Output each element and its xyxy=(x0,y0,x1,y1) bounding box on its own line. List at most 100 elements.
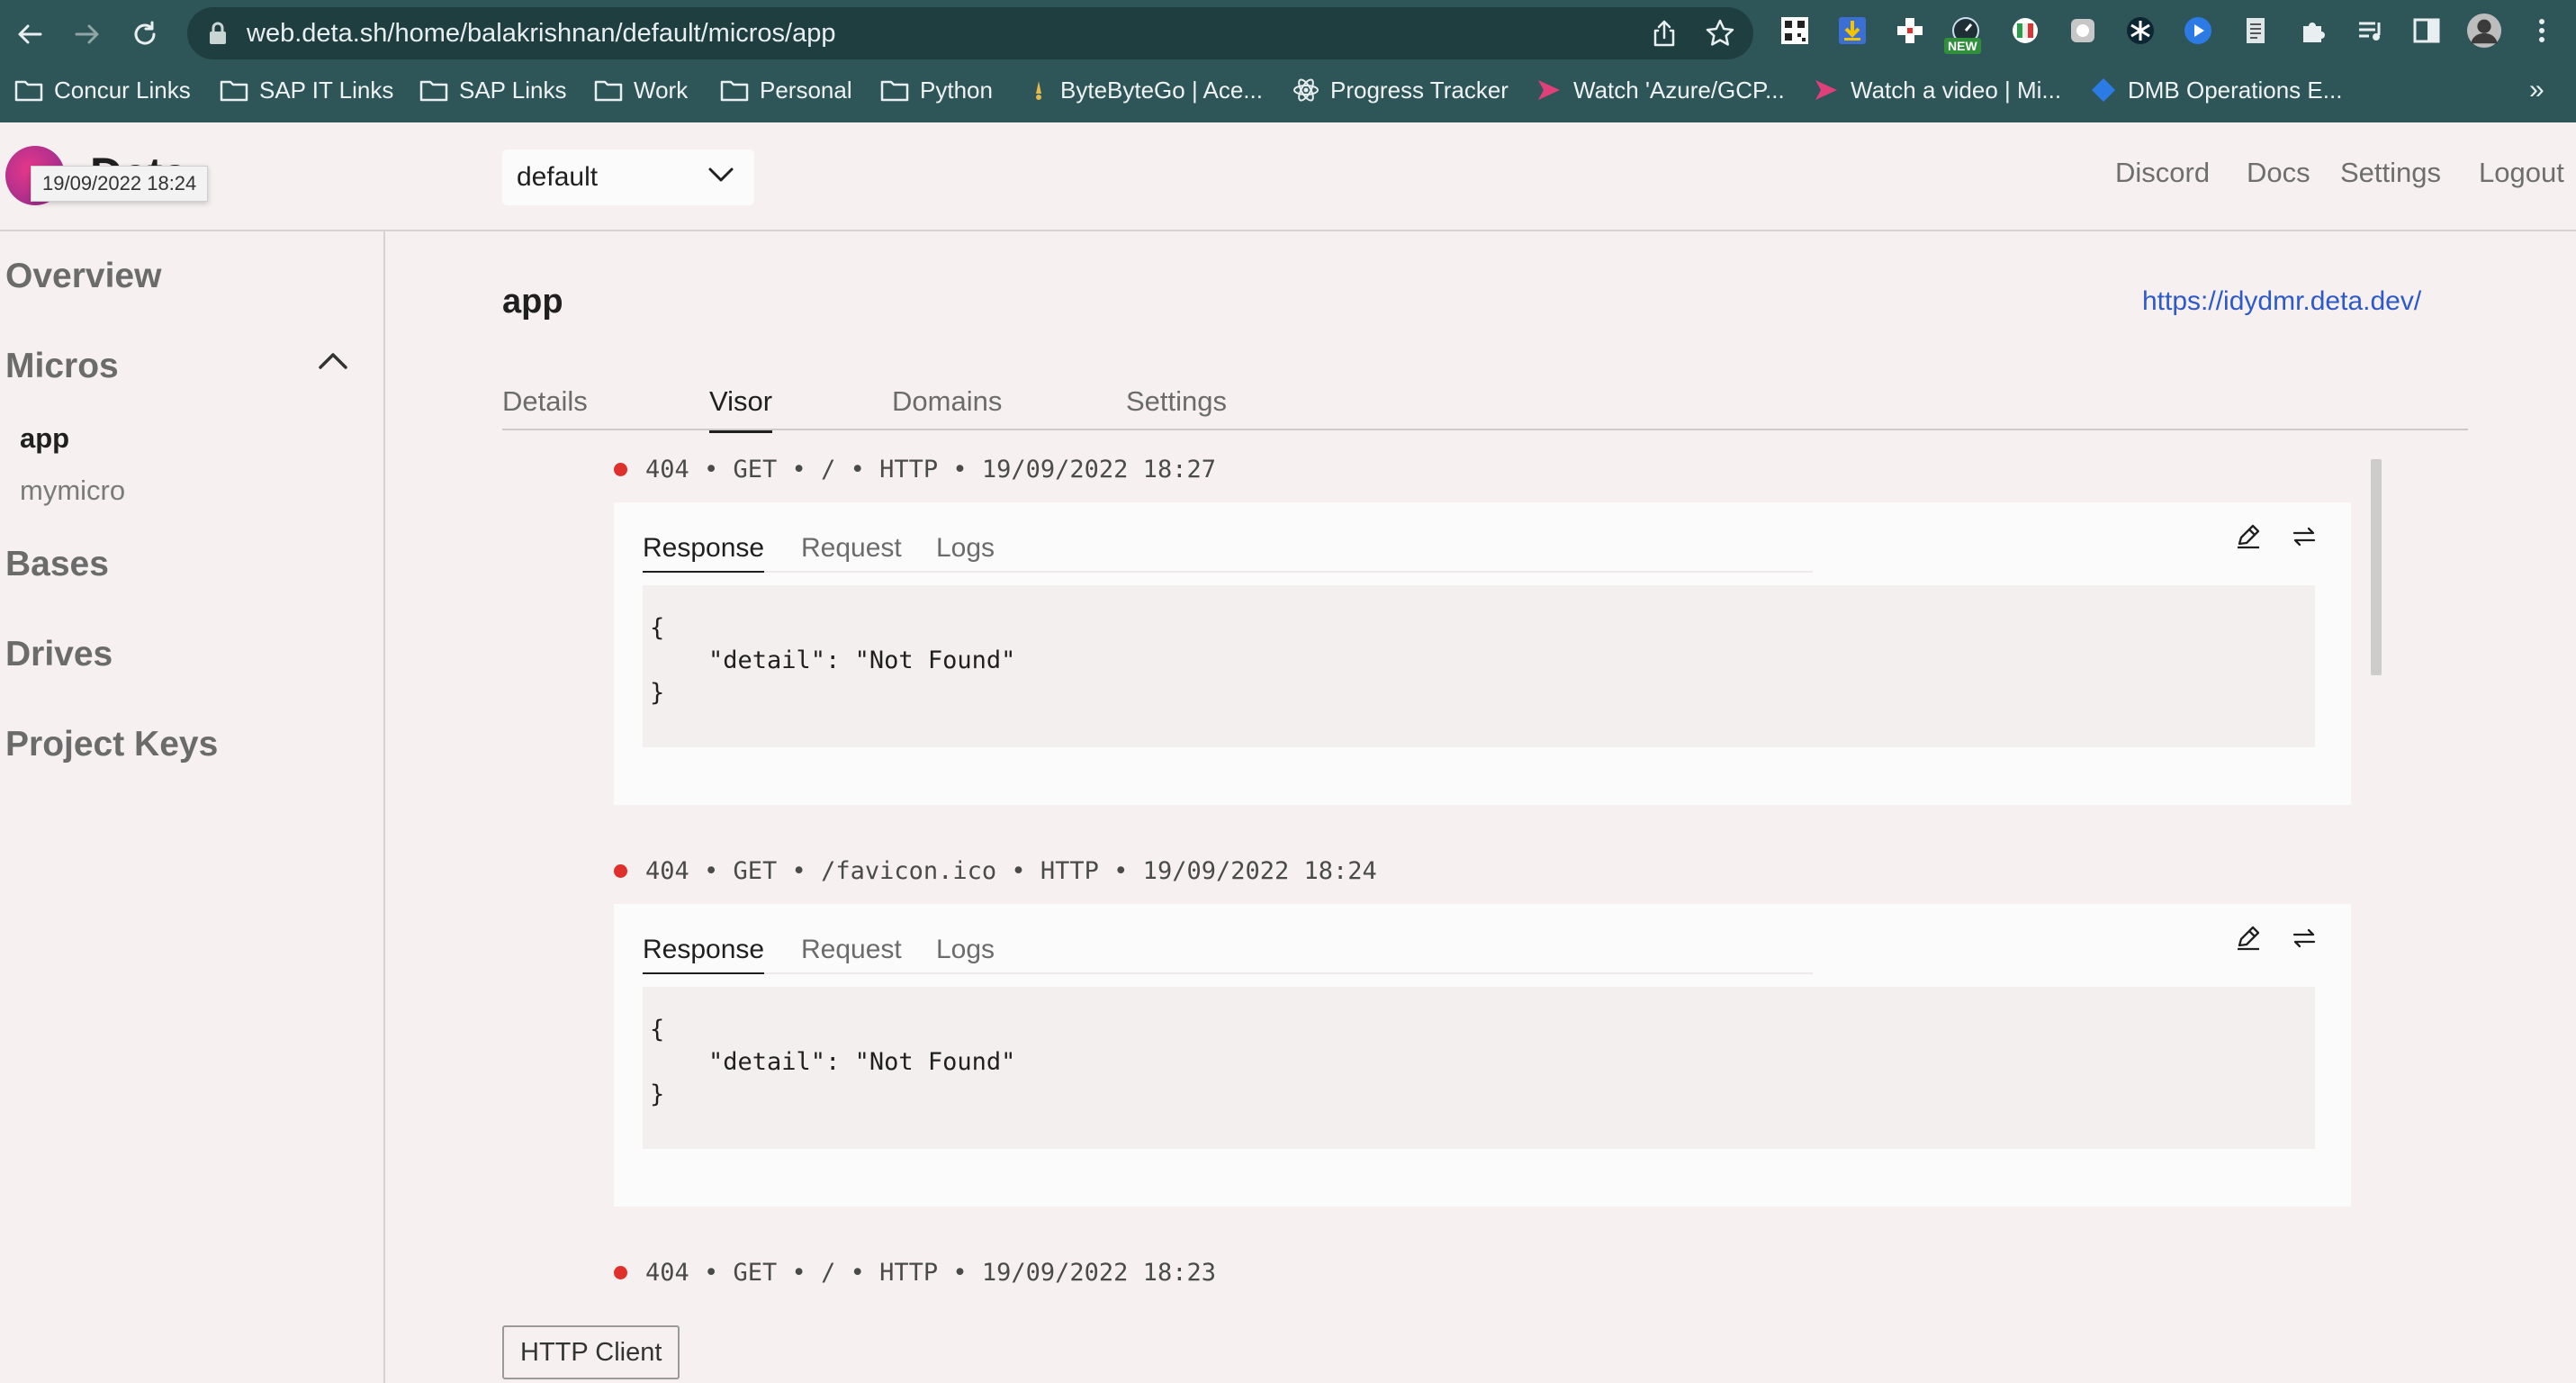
download-extension-icon[interactable] xyxy=(1834,13,1870,49)
sidebar-item-project-keys[interactable]: Project Keys xyxy=(5,725,218,764)
bookmarks-bar: Concur Links SAP IT Links SAP Links Work… xyxy=(0,68,2576,112)
tab-logs[interactable]: Logs xyxy=(936,935,995,972)
bookmark-python[interactable]: Python xyxy=(880,68,993,112)
tab-logs[interactable]: Logs xyxy=(936,533,995,571)
code-line: "detail": "Not Found" xyxy=(650,646,1016,674)
play-arrow-icon xyxy=(1536,77,1563,104)
tab-response[interactable]: Response xyxy=(643,533,765,573)
sidebar-item-bases[interactable]: Bases xyxy=(5,545,109,584)
puzzle-extensions-icon[interactable] xyxy=(2295,13,2331,49)
bookmark-label: SAP IT Links xyxy=(259,76,394,104)
folder-icon xyxy=(14,78,43,102)
request-summary[interactable]: 404 • GET • / • HTTP • 19/09/2022 18:23 xyxy=(614,1259,1216,1287)
bookmark-work[interactable]: Work xyxy=(594,68,688,112)
play-extension-icon[interactable] xyxy=(2180,13,2216,49)
micro-url-link[interactable]: https://idydmr.deta.dev/ xyxy=(2142,286,2421,317)
square-extension-icon[interactable] xyxy=(2065,13,2101,49)
bookmark-sap-it-links[interactable]: SAP IT Links xyxy=(220,68,393,112)
sidebar-item-app[interactable]: app xyxy=(20,422,69,455)
bookmark-label: ByteByteGo | Ace... xyxy=(1060,76,1263,104)
new-badge: NEW xyxy=(1944,38,1981,54)
bookmark-label: SAP Links xyxy=(459,76,567,104)
page-title: app xyxy=(502,283,563,321)
bookmark-bytebytego[interactable]: ByteByteGo | Ace... xyxy=(1028,68,1263,112)
browser-toolbar: web.deta.sh/home/balakrishnan/default/mi… xyxy=(0,0,2576,122)
bookmark-label: Watch a video | Mi... xyxy=(1851,76,2062,104)
replay-icon[interactable] xyxy=(2290,924,2319,953)
sidebar-item-overview[interactable]: Overview xyxy=(5,257,161,296)
docs-link[interactable]: Docs xyxy=(2247,157,2310,189)
bookmark-progress-tracker[interactable]: Progress Tracker xyxy=(1293,68,1509,112)
tab-request[interactable]: Request xyxy=(801,533,902,571)
reload-icon xyxy=(131,20,159,49)
card-tabs: Response Request Logs xyxy=(643,522,1813,573)
share-icon[interactable] xyxy=(1649,18,1680,49)
back-button[interactable] xyxy=(11,15,49,53)
document-extension-icon[interactable] xyxy=(2238,13,2274,49)
tab-request[interactable]: Request xyxy=(801,935,902,972)
edit-icon[interactable] xyxy=(2234,924,2263,953)
bookmark-sap-links[interactable]: SAP Links xyxy=(419,68,566,112)
sidebar: Overview Micros app mymicro Bases Drives… xyxy=(0,231,385,1383)
project-dropdown[interactable]: default xyxy=(502,149,754,205)
browser-menu-icon[interactable] xyxy=(2524,13,2560,49)
error-status-dot xyxy=(614,463,627,476)
tab-details[interactable]: Details xyxy=(502,385,588,430)
sidebar-item-mymicro[interactable]: mymicro xyxy=(20,475,125,507)
reload-button[interactable] xyxy=(126,15,164,53)
more-bookmarks-button[interactable]: » xyxy=(2529,68,2544,112)
settings-link[interactable]: Settings xyxy=(2340,157,2441,189)
code-line: "detail": "Not Found" xyxy=(650,1048,1016,1076)
address-bar[interactable]: web.deta.sh/home/balakrishnan/default/mi… xyxy=(187,7,1753,59)
bookmark-label: Python xyxy=(920,76,993,104)
project-name: default xyxy=(517,162,599,192)
plus-extension-icon[interactable] xyxy=(1892,13,1928,49)
feed-scrollbar[interactable] xyxy=(2371,459,2382,675)
folder-icon xyxy=(220,78,248,102)
bytebytego-favicon-icon xyxy=(1028,77,1049,103)
http-client-button[interactable]: HTTP Client xyxy=(502,1325,680,1379)
replay-icon[interactable] xyxy=(2290,522,2319,551)
profile-avatar-icon[interactable] xyxy=(2466,13,2502,49)
url-text: web.deta.sh/home/balakrishnan/default/mi… xyxy=(247,19,836,48)
bookmark-personal[interactable]: Personal xyxy=(720,68,852,112)
logout-link[interactable]: Logout xyxy=(2479,157,2564,189)
side-panel-icon[interactable] xyxy=(2409,13,2445,49)
bookmark-label: Work xyxy=(634,76,689,104)
code-line: { xyxy=(650,1016,665,1044)
media-queue-icon[interactable] xyxy=(2353,13,2389,49)
bookmark-concur-links[interactable]: Concur Links xyxy=(14,68,191,112)
bookmark-label: Progress Tracker xyxy=(1330,76,1509,104)
code-line: { xyxy=(650,614,665,642)
bookmark-watch-azure[interactable]: Watch 'Azure/GCP... xyxy=(1536,68,1785,112)
discord-link[interactable]: Discord xyxy=(2115,157,2210,189)
italy-extension-icon[interactable] xyxy=(2007,13,2043,49)
request-card: Response Request Logs { "detail": "Not F… xyxy=(614,502,2351,805)
request-summary-text: 404 • GET • / • HTTP • 19/09/2022 18:23 xyxy=(645,1259,1216,1287)
tab-settings[interactable]: Settings xyxy=(1126,385,1227,430)
chevron-up-icon[interactable] xyxy=(317,350,349,372)
edit-icon[interactable] xyxy=(2234,522,2263,551)
request-summary-text: 404 • GET • /favicon.ico • HTTP • 19/09/… xyxy=(645,857,1377,885)
tab-domains[interactable]: Domains xyxy=(892,385,1002,430)
error-status-dot xyxy=(614,1266,627,1279)
bookmark-watch-video[interactable]: Watch a video | Mi... xyxy=(1813,68,2061,112)
tab-visor[interactable]: Visor xyxy=(709,385,773,433)
forward-button[interactable] xyxy=(68,15,106,53)
sidebar-item-drives[interactable]: Drives xyxy=(5,635,113,674)
bookmark-label: DMB Operations E... xyxy=(2128,76,2343,104)
folder-icon xyxy=(880,78,909,102)
folder-icon xyxy=(720,78,749,102)
star-icon[interactable] xyxy=(1705,18,1735,49)
request-summary[interactable]: 404 • GET • /favicon.ico • HTTP • 19/09/… xyxy=(614,857,1377,885)
asterisk-extension-icon[interactable] xyxy=(2122,13,2158,49)
bookmark-label: Personal xyxy=(760,76,852,104)
code-line: } xyxy=(650,679,665,707)
qr-extension-icon[interactable] xyxy=(1777,13,1813,49)
sidebar-item-micros[interactable]: Micros xyxy=(5,347,119,386)
tab-response[interactable]: Response xyxy=(643,935,765,974)
bookmark-dmb-operations[interactable]: DMB Operations E... xyxy=(2090,68,2342,112)
arrow-left-icon xyxy=(15,20,44,49)
code-line: } xyxy=(650,1080,665,1108)
request-summary[interactable]: 404 • GET • / • HTTP • 19/09/2022 18:27 xyxy=(614,456,1216,484)
